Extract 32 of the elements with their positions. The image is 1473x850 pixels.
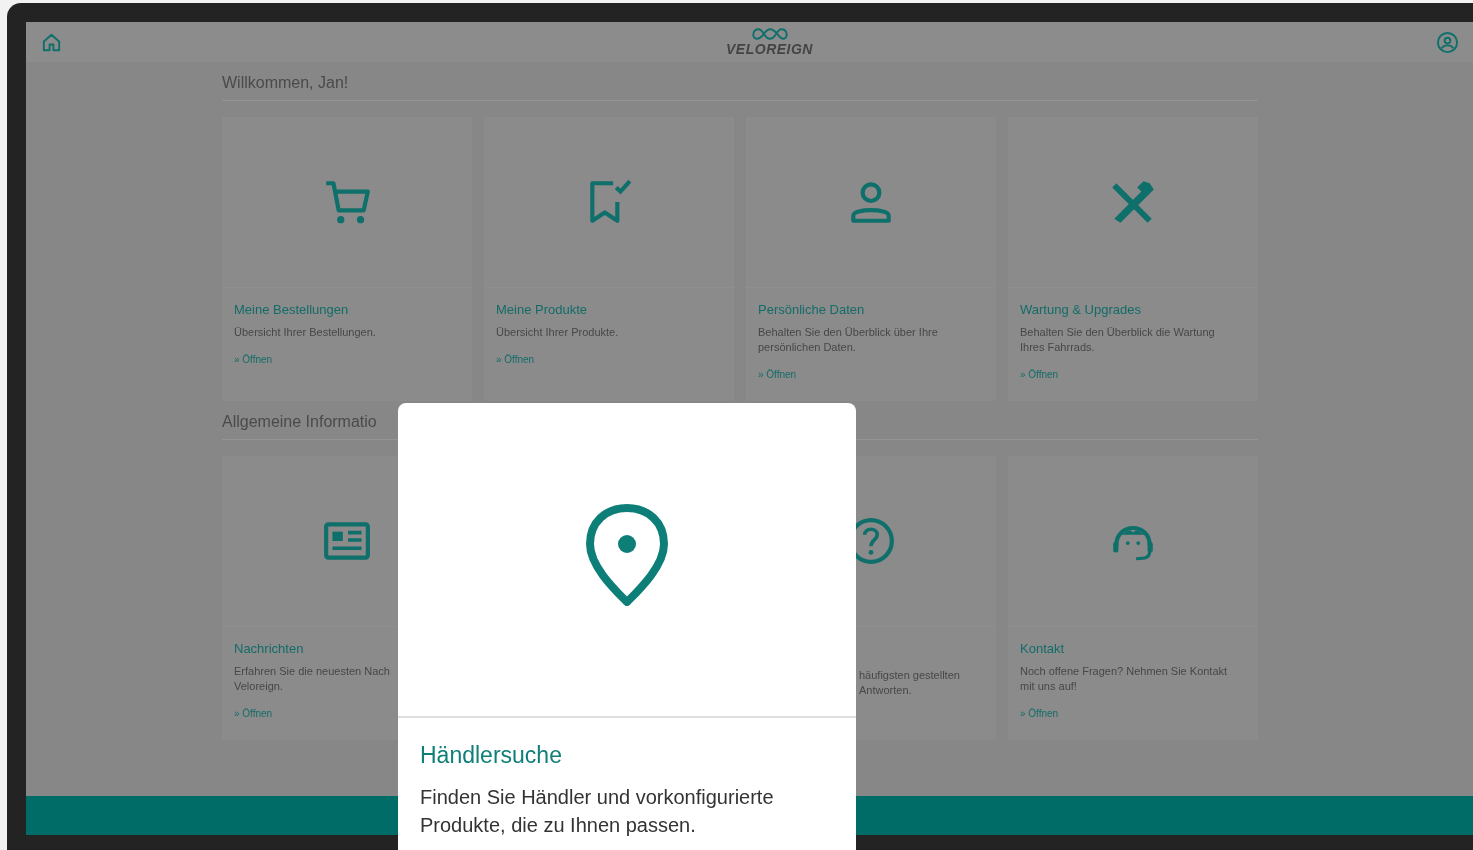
card-title: Nachrichten [234,641,304,656]
user-profile-icon[interactable] [1436,30,1459,54]
card-description: Übersicht Ihrer Produkte. [496,325,619,340]
dashboard-card[interactable]: Persönliche Daten Behalten Sie den Überblick über Ihre persönlichen Daten. » Öffnen [746,117,996,401]
logo-icon [750,27,789,41]
card-description: Behalten Sie den Überblick die Wartung Ihres Fahrrads. [1020,325,1215,355]
logo-text: VELOREIGN [726,41,813,57]
dashboard-card[interactable]: Meine Bestellungen Übersicht Ihrer Bestellungen. » Öffnen [222,117,472,401]
modal-description: Finden Sie Händler und vorkonfigurierte Produkte, die zu Ihnen passen. [420,785,775,838]
section-title: Willkommen, Jan! [222,62,1258,101]
card-title: Wartung & Upgrades [1020,302,1141,317]
dashboard-card[interactable]: Wartung & Upgrades Behalten Sie den Überblick die Wartung Ihres Fahrrads. » Öffnen [1008,117,1258,401]
dashboard-card[interactable]: Meine Produkte Übersicht Ihrer Produkte. » Öffnen [484,117,734,401]
card-title: Persönliche Daten [758,302,865,317]
card-description: Noch offene Fragen? Nehmen Sie Kontakt mit uns auf! [1020,664,1228,694]
open-link[interactable]: » Öffnen [1020,369,1059,380]
card-title: Kontakt [1020,641,1065,656]
card-description: häufigsten gestellten Antworten. [859,668,960,698]
card-description: Übersicht Ihrer Bestellungen. [234,325,376,340]
card-description: Erfahren Sie die neuesten Nach Veloreign. [234,664,390,694]
open-link[interactable]: » Öffnen [496,354,535,365]
open-link[interactable]: » Öffnen [758,369,797,380]
open-link[interactable]: » Öffnen [234,354,273,365]
card-title: Meine Bestellungen [234,302,349,317]
modal-title: Händlersuche [420,742,563,769]
logo[interactable]: VELOREIGN [726,27,813,57]
dashboard-card[interactable]: Kontakt Noch offene Fragen? Nehmen Sie Kontakt mit uns auf! » Öffnen [1008,456,1258,740]
location-pin-icon [585,503,669,606]
card-title: Meine Produkte [496,302,588,317]
open-link[interactable]: » Öffnen [1020,708,1059,719]
open-link[interactable]: » Öffnen [234,708,273,719]
card-description: Behalten Sie den Überblick über Ihre persönlichen Daten. [758,325,938,355]
